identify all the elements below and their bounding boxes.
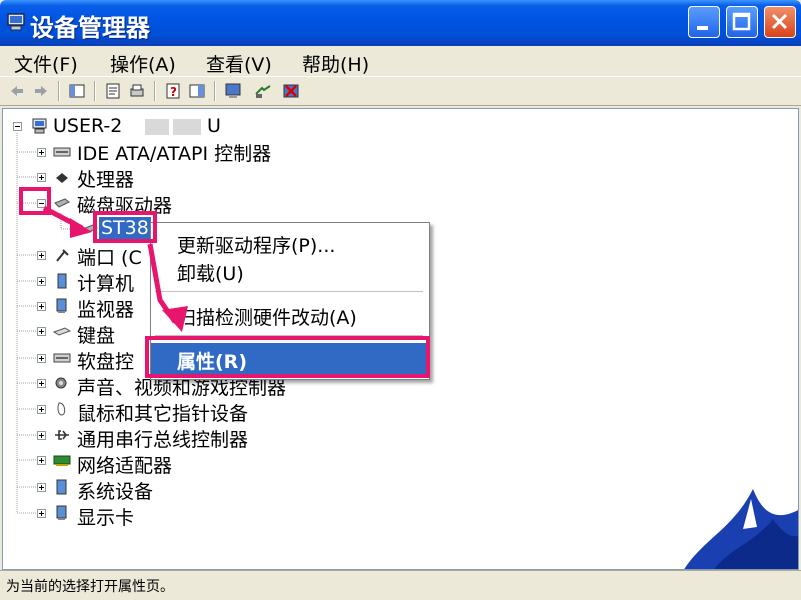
computer-icon [7, 13, 25, 31]
sound-icon [55, 377, 67, 389]
update-driver-icon[interactable] [254, 82, 272, 100]
print-icon[interactable] [128, 82, 146, 100]
console-tree-icon[interactable] [68, 82, 86, 100]
annotation-box-st38 [93, 211, 157, 243]
scan-hardware-icon[interactable] [224, 82, 242, 100]
processor-icon [56, 173, 68, 183]
menu-action[interactable]: 操作(A) [110, 50, 176, 77]
tree-item-ports[interactable]: 端口 (C [77, 243, 142, 269]
expand-toggle[interactable] [37, 405, 46, 414]
menu-view[interactable]: 查看(V) [206, 50, 272, 77]
root-computer-suffix: U [207, 115, 221, 137]
display-adapter-icon [56, 505, 67, 520]
expand-toggle[interactable] [37, 483, 46, 492]
floppy-controller-icon [53, 353, 71, 363]
properties-icon[interactable] [104, 82, 122, 100]
menu-help[interactable]: 帮助(H) [302, 50, 369, 77]
tree-item-mouse[interactable]: 鼠标和其它指针设备 [77, 399, 248, 425]
port-icon [56, 249, 69, 262]
menu-bar: 文件(F) 操作(A) 查看(V) 帮助(H) [0, 46, 801, 76]
menu-scan-hardware[interactable]: 扫描检测硬件改动(A) [151, 299, 427, 331]
ide-controller-icon [53, 147, 71, 157]
expand-toggle[interactable] [37, 354, 46, 363]
expand-toggle[interactable] [37, 431, 46, 440]
system-devices-icon [56, 479, 67, 495]
tree-item-keyboards[interactable]: 键盘 [77, 321, 115, 347]
expand-toggle[interactable] [37, 327, 46, 336]
view-icon[interactable] [188, 82, 206, 100]
menu-separator [155, 291, 423, 292]
toolbar-separator [94, 81, 96, 101]
computer-icon [57, 273, 67, 289]
tree-item-floppy[interactable]: 软盘控 [77, 347, 134, 373]
collapse-root-toggle[interactable] [13, 122, 22, 131]
help-icon[interactable]: ? [164, 82, 182, 100]
minimize-button[interactable] [688, 6, 720, 38]
close-button[interactable] [764, 6, 796, 38]
menu-uninstall[interactable]: 卸载(U) [151, 255, 427, 287]
root-computer-name[interactable]: USER-2 [53, 114, 122, 138]
tree-item-monitors[interactable]: 监视器 [77, 295, 134, 321]
tree-item-processor[interactable]: 处理器 [77, 165, 134, 191]
expand-toggle[interactable] [37, 456, 46, 465]
status-bar: 为当前的选择打开属性页。 [0, 570, 801, 600]
toolbar: ? [0, 76, 801, 106]
toolbar-separator [58, 81, 60, 101]
mouse-icon [57, 402, 66, 416]
menu-file[interactable]: 文件(F) [14, 50, 78, 77]
decorative-splash-image [684, 489, 798, 569]
tree-item-system-devices[interactable]: 系统设备 [77, 477, 153, 503]
redacted-block [145, 119, 169, 135]
back-icon[interactable] [8, 82, 26, 100]
toolbar-separator [154, 81, 156, 101]
disk-drive-icon [54, 198, 70, 208]
maximize-icon [732, 12, 751, 31]
expand-toggle[interactable] [37, 302, 46, 311]
computer-icon [32, 118, 47, 134]
annotation-box-collapse [19, 187, 51, 215]
toolbar-separator [214, 81, 216, 101]
tree-item-computer[interactable]: 计算机 [77, 269, 134, 295]
annotation-box-properties [145, 336, 430, 378]
tree-item-ide[interactable]: IDE ATA/ATAPI 控制器 [77, 139, 271, 165]
forward-icon[interactable] [32, 82, 50, 100]
expand-toggle[interactable] [37, 509, 46, 518]
redacted-block [173, 119, 201, 135]
keyboard-icon [53, 327, 71, 336]
uninstall-icon[interactable] [282, 82, 300, 100]
expand-toggle[interactable] [37, 173, 46, 182]
tree-item-network[interactable]: 网络适配器 [77, 451, 172, 477]
device-manager-window: 设备管理器 文件(F) 操作(A) 查看(V) 帮助(H) ? USER-2 U… [0, 0, 801, 600]
window-title: 设备管理器 [30, 14, 150, 42]
tree-item-usb[interactable]: 通用串行总线控制器 [77, 425, 248, 451]
network-adapter-icon [53, 455, 71, 466]
status-text: 为当前的选择打开属性页。 [6, 579, 174, 595]
maximize-button[interactable] [726, 6, 758, 38]
svg-text:?: ? [170, 85, 177, 99]
expand-toggle[interactable] [37, 277, 46, 286]
monitor-icon [56, 298, 67, 313]
tree-item-display[interactable]: 显示卡 [77, 503, 134, 529]
usb-icon [55, 430, 69, 440]
title-bar[interactable]: 设备管理器 [0, 0, 801, 46]
expand-toggle[interactable] [37, 251, 46, 260]
expand-toggle[interactable] [37, 379, 46, 388]
expand-toggle[interactable] [37, 148, 46, 157]
minimize-icon [697, 26, 708, 30]
close-icon [771, 13, 788, 30]
